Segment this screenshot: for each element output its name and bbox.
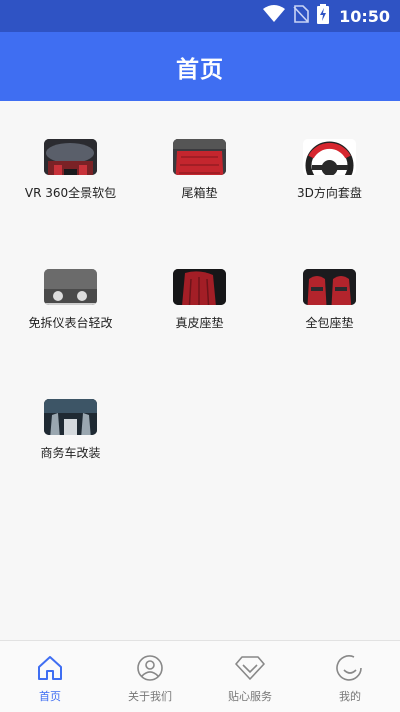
home-icon: [36, 655, 64, 685]
nav-label: 贴心服务: [228, 690, 272, 703]
category-label: 真皮座垫: [175, 316, 224, 330]
category-label: 3D方向套盘: [297, 186, 362, 200]
nav-item-service[interactable]: 贴心服务: [200, 641, 300, 712]
category-label: 商务车改装: [40, 446, 101, 460]
no-sim-icon: [293, 5, 309, 27]
business-van-thumbnail: [44, 399, 97, 435]
category-item-full-seat-cover[interactable]: 全包座垫: [263, 231, 396, 331]
trunk-mat-thumbnail: [173, 139, 226, 175]
nav-label: 我的: [339, 690, 361, 703]
steering-wheel-thumbnail: [303, 139, 356, 175]
nav-label: 首页: [39, 690, 61, 703]
wifi-icon: [263, 5, 286, 27]
nav-item-home[interactable]: 首页: [0, 641, 100, 712]
nav-item-about-us[interactable]: 关于我们: [100, 641, 200, 712]
battery-charging-icon: [317, 4, 330, 28]
car-interior-vr-thumbnail: [44, 139, 97, 175]
leather-seat-thumbnail: [173, 269, 226, 305]
person-icon: [136, 655, 164, 685]
category-item-dashboard[interactable]: 免拆仪表台轻改: [4, 231, 137, 331]
category-item-business-van[interactable]: 商务车改装: [4, 361, 137, 461]
category-item-trunk-mat[interactable]: 尾箱垫: [133, 101, 266, 201]
category-label: 全包座垫: [305, 316, 354, 330]
category-label: VR 360全景软包: [24, 186, 117, 200]
page-title: 首页: [176, 56, 224, 83]
app-bar: 首页: [0, 32, 400, 101]
category-item-vr360[interactable]: VR 360全景软包: [4, 101, 137, 201]
bottom-nav: 首页 关于我们 贴心服务 我的: [0, 640, 400, 712]
smile-icon: [336, 655, 364, 685]
status-time: 10:50: [339, 6, 390, 26]
category-label: 免拆仪表台轻改: [28, 316, 113, 330]
diamond-icon: [234, 655, 266, 685]
category-label: 尾箱垫: [181, 186, 218, 200]
category-item-leather-seat[interactable]: 真皮座垫: [133, 231, 266, 331]
category-item-steering-cover[interactable]: 3D方向套盘: [263, 101, 396, 201]
nav-item-mine[interactable]: 我的: [300, 641, 400, 712]
nav-label: 关于我们: [128, 690, 172, 703]
full-seat-cover-thumbnail: [303, 269, 356, 305]
status-bar: 10:50: [0, 0, 400, 32]
dashboard-thumbnail: [44, 269, 97, 305]
